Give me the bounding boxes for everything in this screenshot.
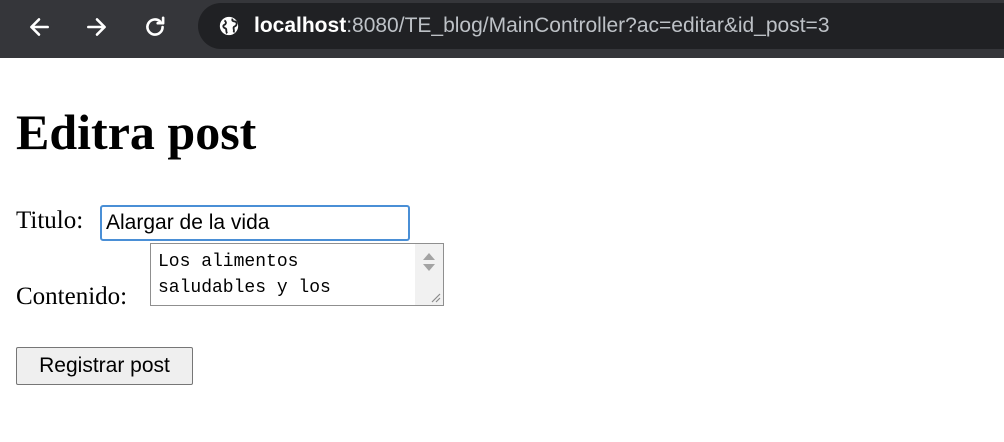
resize-grip-icon[interactable] xyxy=(427,289,441,303)
reload-button[interactable] xyxy=(138,10,172,44)
browser-toolbar: localhost:8080/TE_blog/MainController?ac… xyxy=(0,0,1004,58)
page-title: Editra post xyxy=(16,104,257,160)
url-text[interactable]: localhost:8080/TE_blog/MainController?ac… xyxy=(254,14,830,38)
url-path: :8080/TE_blog/MainController?ac=editar&i… xyxy=(346,14,830,37)
arrow-right-icon xyxy=(87,18,106,36)
contenido-textarea[interactable]: Los alimentos saludables y los xyxy=(151,244,415,305)
contenido-textarea-container: Los alimentos saludables y los xyxy=(150,243,444,306)
titulo-input[interactable] xyxy=(100,205,410,241)
back-button[interactable] xyxy=(22,10,56,44)
globe-icon[interactable] xyxy=(218,15,240,37)
scroll-down-icon[interactable] xyxy=(423,264,435,271)
arrow-left-icon xyxy=(30,18,49,36)
address-bar[interactable]: localhost:8080/TE_blog/MainController?ac… xyxy=(198,3,1004,49)
reload-icon xyxy=(146,16,165,36)
contenido-label: Contenido: xyxy=(16,283,128,310)
registrar-post-button[interactable]: Registrar post xyxy=(16,347,193,385)
titulo-label: Titulo: xyxy=(16,207,84,234)
url-host: localhost xyxy=(254,14,347,37)
scroll-up-icon[interactable] xyxy=(423,253,435,260)
forward-button[interactable] xyxy=(80,10,114,44)
